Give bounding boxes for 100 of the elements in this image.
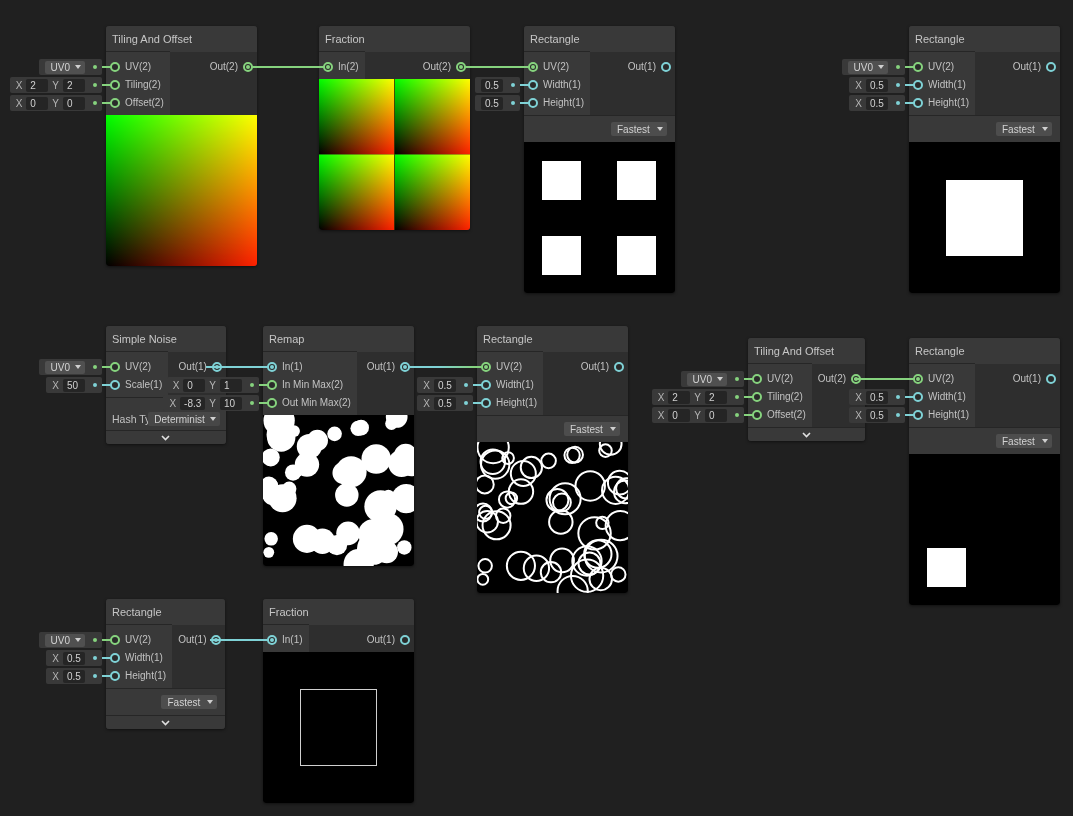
uv-dropdown[interactable]: UV0 [44,60,85,74]
mode-dropdown[interactable]: Fastest [996,434,1052,448]
value-input[interactable]: 10 [220,396,242,410]
port-dot-icon [93,674,97,678]
uv-dropdown[interactable]: UV0 [44,360,85,374]
component-label: X [172,379,180,391]
value-input[interactable]: -8.3 [180,396,206,410]
port-label: Width(1) [496,379,534,391]
port-socket-icon[interactable] [243,62,253,72]
value-input[interactable]: 1 [220,378,242,392]
node-title: Tiling And Offset [748,338,866,364]
port-socket-icon[interactable] [528,80,538,90]
port-socket-icon[interactable] [752,374,762,384]
node-title: Rectangle [477,326,628,352]
value-input[interactable]: 50 [63,378,85,392]
caret-icon [209,417,216,421]
value-input[interactable]: 0 [63,96,85,110]
value-input[interactable]: 0.5 [434,378,456,392]
port-socket-icon[interactable] [110,62,120,72]
value-input[interactable]: 0 [705,408,727,422]
caret-icon [717,377,723,381]
component-label: X [52,670,59,682]
port-socket-icon[interactable] [267,635,277,645]
value-input[interactable]: 0.5 [866,78,888,92]
port-label: In(1) [282,361,303,373]
component-label: X [855,79,862,91]
port-socket-icon[interactable] [913,98,923,108]
value-input[interactable]: 0.5 [63,651,85,665]
value-input[interactable]: 2 [705,390,727,404]
port-socket-icon[interactable] [661,62,671,72]
value-input[interactable]: 0.5 [481,78,503,92]
port-socket-icon[interactable] [1046,62,1056,72]
mode-dropdown[interactable]: Fastest [996,122,1052,136]
setting-dropdown[interactable]: Determinist [148,412,220,426]
mode-dropdown[interactable]: Fastest [611,122,667,136]
value-input[interactable]: 0 [26,96,49,110]
mode-dropdown[interactable]: Fastest [564,422,620,436]
port-socket-icon[interactable] [110,653,120,663]
port-socket-icon[interactable] [110,671,120,681]
port-socket-icon[interactable] [913,80,923,90]
port-socket-icon[interactable] [851,374,862,384]
value-input[interactable]: 0.5 [434,396,456,410]
port-label: Out(1) [1012,61,1041,73]
port-label: UV(2) [125,361,152,373]
port-socket-icon[interactable] [211,362,222,372]
port-socket-icon[interactable] [110,635,120,645]
port-socket-icon[interactable] [913,392,923,402]
port-socket-icon[interactable] [481,362,491,372]
port-socket-icon[interactable] [110,80,120,90]
port-socket-icon[interactable] [913,410,923,420]
port-socket-icon[interactable] [267,380,277,390]
component-label: X [855,409,862,421]
caret-icon [75,365,81,369]
port-socket-icon[interactable] [110,98,120,108]
value-input[interactable]: 0.5 [481,96,503,110]
port-socket-icon[interactable] [400,635,410,645]
component-label: Y [694,391,701,403]
node-card[interactable]: Fraction In(1) Out(1) [263,599,414,803]
value-input[interactable]: 0 [668,408,691,422]
value-input[interactable]: 2 [26,78,49,92]
uv-dropdown[interactable]: UV0 [847,60,888,74]
value-input[interactable]: 2 [668,390,691,404]
connector-line [464,66,530,68]
component-label: X [15,97,23,109]
port-socket-icon[interactable] [481,380,491,390]
value-input[interactable]: 0.5 [866,390,888,404]
port-dot-icon [896,65,900,69]
port-label: Out Min Max(2) [282,397,351,409]
port-socket-icon[interactable] [211,635,222,645]
port-socket-icon[interactable] [323,62,333,72]
uv-dropdown[interactable]: UV0 [686,372,727,386]
port-socket-icon[interactable] [752,392,762,402]
component-label: X [15,79,23,91]
port-socket-icon[interactable] [110,362,120,372]
port-socket-icon[interactable] [267,398,277,408]
port-socket-icon[interactable] [481,398,491,408]
value-input[interactable]: 2 [63,78,85,92]
port-socket-icon[interactable] [752,410,762,420]
node-card[interactable]: Fraction In(2) Out(2) [319,26,470,230]
port-socket-icon[interactable] [1046,374,1056,384]
port-label: Width(1) [543,79,581,91]
port-socket-icon[interactable] [267,362,277,372]
value-input[interactable]: 0.5 [866,96,888,110]
port-socket-icon[interactable] [528,98,538,108]
port-label: In(1) [282,634,303,646]
value-input[interactable]: 0.5 [63,669,85,683]
value-input[interactable]: 0.5 [866,408,888,422]
value-input[interactable]: 0 [183,378,206,392]
port-label: Out(1) [366,634,395,646]
connector-line [205,366,269,368]
port-socket-icon[interactable] [400,362,410,372]
port-dot-icon [511,83,515,87]
port-socket-icon[interactable] [913,374,923,384]
uv-dropdown[interactable]: UV0 [44,633,85,647]
port-socket-icon[interactable] [614,362,624,372]
port-socket-icon[interactable] [528,62,538,72]
port-socket-icon[interactable] [110,380,120,390]
port-socket-icon[interactable] [456,62,466,72]
port-socket-icon[interactable] [913,62,923,72]
mode-dropdown[interactable]: Fastest [161,695,218,709]
